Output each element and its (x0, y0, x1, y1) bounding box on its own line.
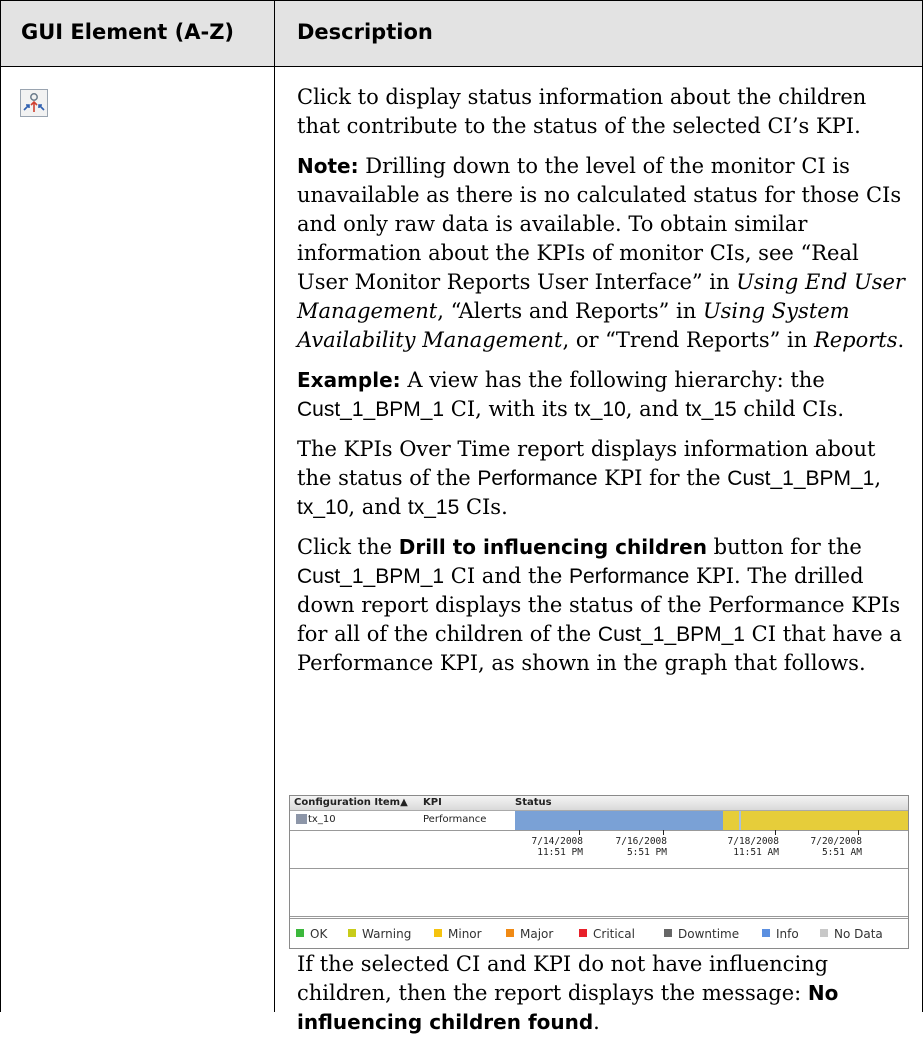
gui-element-table: GUI Element (A-Z) Description Click to d… (0, 0, 923, 1034)
note-paragraph: Note: Drilling down to the level of the … (297, 154, 905, 352)
status-legend: OK Warning Minor Major Critical Downtime… (290, 916, 908, 951)
drill-instructions-paragraph: Click the Drill to influencing children … (297, 535, 902, 675)
status-bar-minor-2 (741, 811, 908, 830)
column-divider (274, 0, 275, 1012)
tick-label: 7/20/2008 5:51 AM (810, 836, 862, 858)
header-divider (0, 66, 923, 67)
legend-info: Info (762, 927, 799, 941)
report-row-ci[interactable]: tx_10 (308, 814, 336, 825)
drill-to-influencing-children-icon[interactable] (20, 89, 48, 117)
legend-warning: Warning (348, 927, 411, 941)
legend-critical: Critical (579, 927, 635, 941)
kpi-report-screenshot: Configuration Item▲ KPI Status tx_10 Per… (289, 795, 909, 949)
tick-label: 7/16/2008 5:51 PM (615, 836, 667, 858)
legend-downtime: Downtime (664, 927, 739, 941)
tick-label: 7/14/2008 11:51 PM (531, 836, 583, 858)
example-paragraph: Example: A view has the following hierar… (297, 368, 845, 421)
report-col-status[interactable]: Status (515, 797, 552, 808)
legend-minor: Minor (434, 927, 482, 941)
table-border-left (0, 0, 1, 1012)
status-bar-minor (723, 811, 739, 830)
intro-paragraph: Click to display status information abou… (297, 85, 867, 138)
report-row-kpi: Performance (423, 814, 487, 825)
legend-ok: OK (296, 927, 327, 941)
legend-no-data: No Data (820, 927, 883, 941)
report-description-paragraph: The KPIs Over Time report displays infor… (297, 437, 882, 519)
description-text: Click to display status information abou… (297, 83, 909, 689)
column-header-description: Description (297, 20, 433, 44)
report-divider (290, 868, 908, 869)
tick-label: 7/18/2008 11:51 AM (727, 836, 779, 858)
column-header-gui-element: GUI Element (A-Z) (21, 20, 235, 44)
report-header: Configuration Item▲ KPI Status (290, 796, 908, 811)
report-col-ci[interactable]: Configuration Item▲ (294, 797, 408, 808)
report-col-kpi[interactable]: KPI (423, 797, 442, 808)
status-bar-info (515, 811, 723, 830)
legend-major: Major (506, 927, 553, 941)
table-border-top (0, 0, 923, 1)
time-axis: 7/14/2008 11:51 PM 7/16/2008 5:51 PM 7/18/… (515, 830, 908, 866)
ci-icon (296, 814, 307, 824)
no-children-paragraph: If the selected CI and KPI do not have i… (297, 952, 839, 1034)
